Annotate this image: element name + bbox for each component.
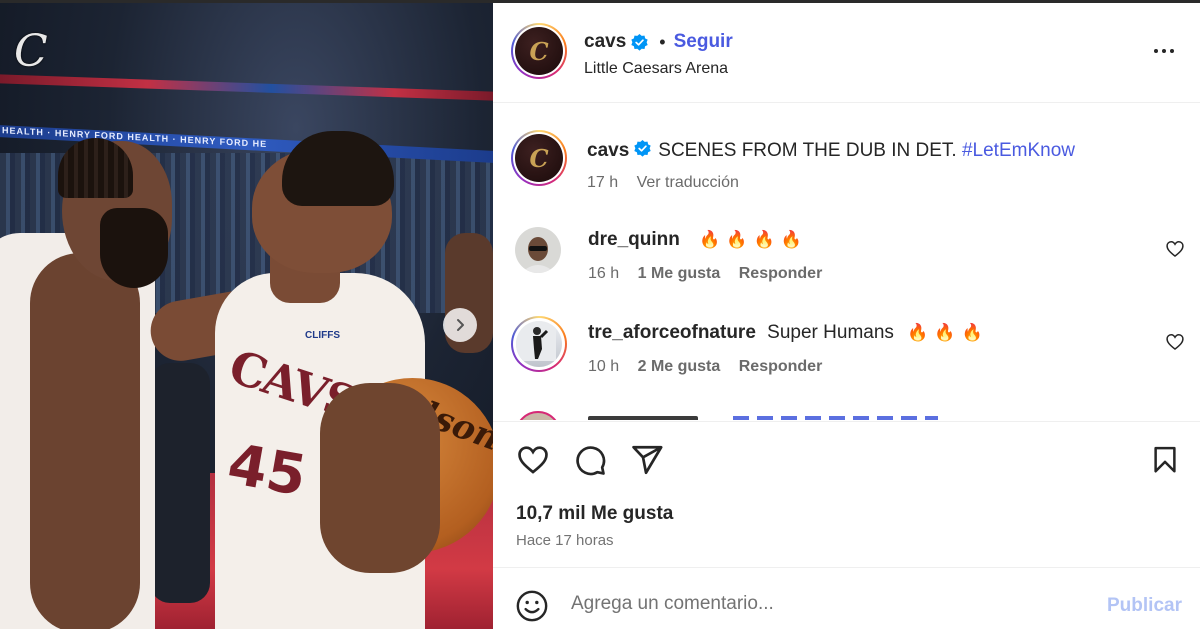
cavs-logo-icon: C	[14, 26, 48, 77]
cavs-logo-icon: C	[515, 134, 563, 182]
comment-input[interactable]	[571, 586, 1071, 622]
post-actions: 10,7 mil Me gusta Hace 17 horas	[493, 421, 1200, 570]
post-header: C cavs • Seguir Little Caesars Arena	[493, 3, 1200, 103]
arena-led-band	[0, 74, 493, 101]
comment-likes[interactable]: 2 Me gusta	[638, 358, 721, 375]
like-button[interactable]	[515, 442, 551, 478]
post-photo: HEALTH · HENRY FORD HEALTH · HENRY FORD …	[0, 3, 493, 629]
comment-emoji: 🔥🔥🔥🔥	[699, 230, 808, 249]
partial-comment	[493, 408, 1200, 420]
comment-username[interactable]: dre_quinn	[588, 229, 680, 250]
chevron-right-icon	[457, 319, 464, 331]
account-avatar[interactable]: C	[511, 23, 567, 79]
caption-time: 17 h	[587, 174, 619, 191]
reply-button[interactable]: Responder	[739, 265, 823, 282]
avatar-photo	[516, 321, 562, 367]
comment-emoji: 🔥🔥🔥	[907, 323, 989, 342]
add-comment-bar: Publicar	[493, 567, 1200, 629]
save-button[interactable]	[1147, 442, 1183, 478]
comment-time: 16 h	[588, 265, 620, 282]
emoji-icon	[516, 590, 548, 622]
player-left-arm	[30, 253, 140, 629]
translate-link[interactable]: Ver traducción	[637, 174, 739, 191]
comment-avatar[interactable]	[515, 227, 561, 273]
verified-icon	[634, 139, 651, 157]
emoji-button[interactable]	[515, 589, 549, 623]
comment-item: dre_quinn 🔥🔥🔥🔥 16 h 1 Me gusta Responder	[493, 227, 1200, 307]
more-options-icon[interactable]	[1149, 39, 1179, 63]
comment-text-row: dre_quinn 🔥🔥🔥🔥	[588, 229, 808, 251]
caption-meta: 17 h Ver traducción	[587, 174, 739, 192]
background-player	[150, 363, 210, 603]
heart-icon[interactable]	[1165, 332, 1185, 352]
player-left-beard	[100, 208, 168, 288]
reply-button[interactable]: Responder	[739, 358, 823, 375]
comment-meta: 16 h 1 Me gusta Responder	[588, 265, 836, 283]
separator-dot: •	[659, 31, 666, 52]
comment-likes[interactable]: 1 Me gusta	[638, 265, 721, 282]
cavs-logo-icon: C	[515, 27, 563, 75]
caption-text-row: cavs SCENES FROM THE DUB IN DET. #LetEmK…	[587, 139, 1075, 162]
next-photo-button[interactable]	[443, 308, 477, 342]
player-right-hair	[282, 131, 394, 206]
caption-avatar[interactable]: C	[511, 130, 567, 186]
publish-button[interactable]: Publicar	[1107, 595, 1182, 617]
caption-text: SCENES FROM THE DUB IN DET.	[658, 140, 957, 161]
comment-meta: 10 h 2 Me gusta Responder	[588, 358, 836, 376]
verified-icon	[631, 33, 648, 51]
post-details-panel: C cavs • Seguir Little Caesars Arena C c…	[493, 3, 1200, 629]
caption-username[interactable]: cavs	[587, 140, 629, 161]
player-right-hand	[320, 383, 440, 573]
comment-item: tre_aforceofnature Super Humans 🔥🔥🔥 10 h…	[493, 316, 1200, 400]
heart-icon[interactable]	[1165, 239, 1185, 259]
save-icon	[1154, 446, 1176, 473]
share-button[interactable]	[629, 442, 665, 478]
account-username[interactable]: cavs	[584, 31, 626, 53]
comment-text: Super Humans	[767, 322, 894, 343]
comment-avatar[interactable]	[511, 316, 567, 372]
heart-icon	[518, 446, 548, 474]
header-name-row: cavs • Seguir	[584, 31, 733, 53]
jersey-number: 45	[222, 431, 311, 510]
comment-text-row: tre_aforceofnature Super Humans 🔥🔥🔥	[588, 322, 989, 344]
post-time: Hace 17 horas	[516, 532, 614, 549]
comment-button[interactable]	[572, 442, 608, 478]
avatar-photo	[515, 227, 561, 273]
comment-icon	[576, 446, 606, 476]
comment-time: 10 h	[588, 358, 620, 375]
follow-button[interactable]: Seguir	[674, 31, 733, 53]
share-icon	[632, 445, 663, 475]
jersey-sponsor: CLIFFS	[305, 330, 340, 341]
comment-username[interactable]: tre_aforceofnature	[588, 322, 756, 343]
caption-hashtag[interactable]: #LetEmKnow	[962, 140, 1075, 161]
post-location[interactable]: Little Caesars Arena	[584, 60, 728, 78]
likes-count[interactable]: 10,7 mil Me gusta	[516, 503, 673, 525]
